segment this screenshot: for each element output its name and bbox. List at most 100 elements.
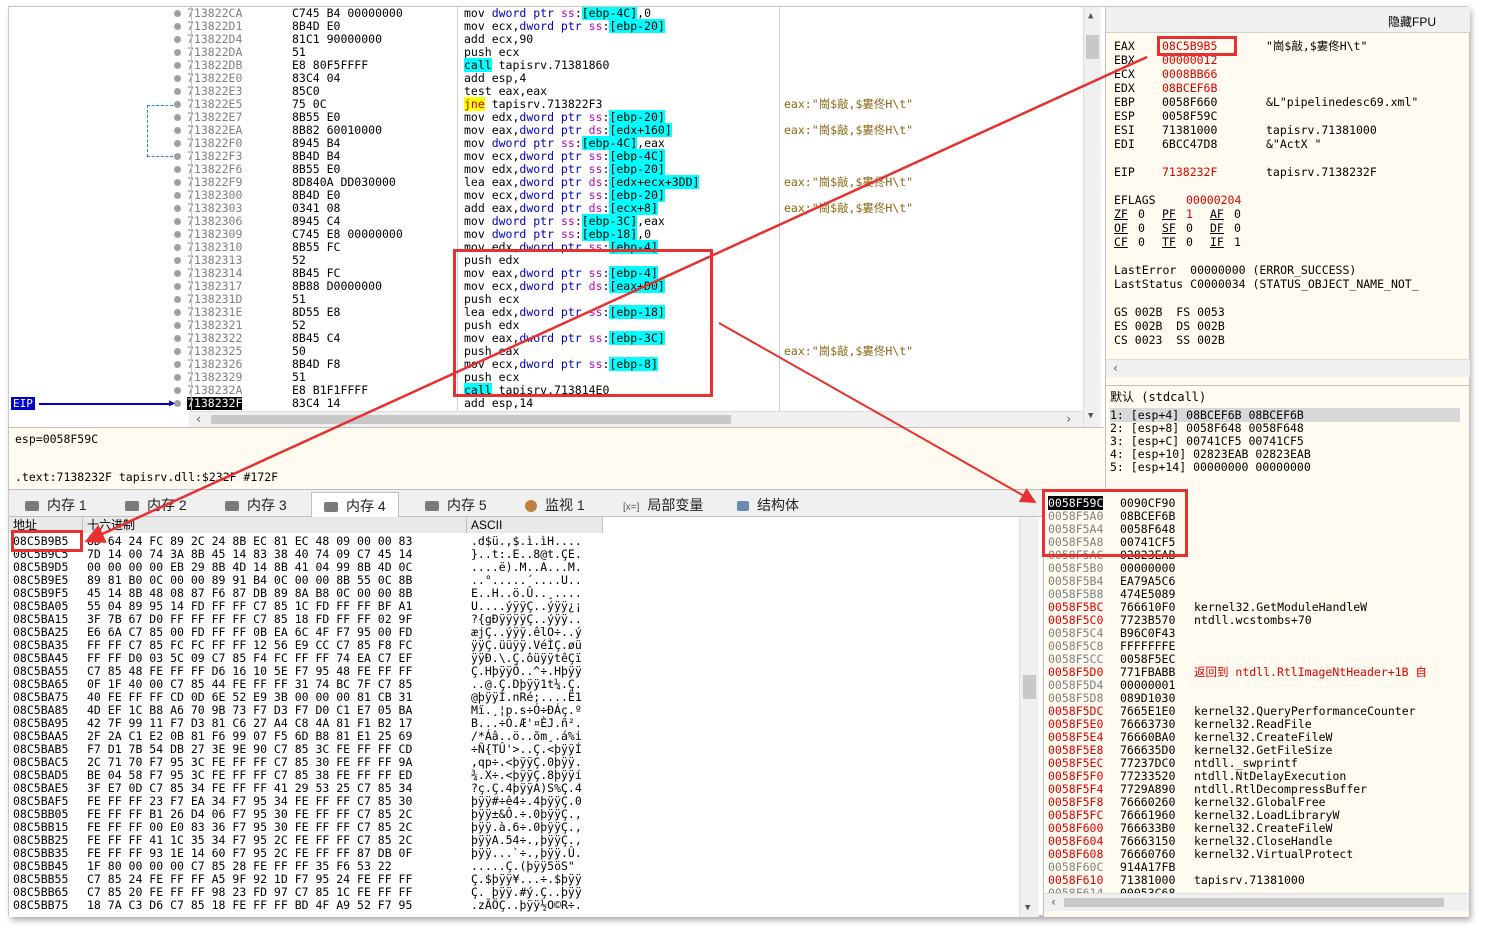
- chevron-left-icon[interactable]: ‹: [1112, 361, 1119, 375]
- breakpoint-dot[interactable]: [174, 231, 181, 238]
- tab-watch-1[interactable]: 监视 1: [525, 494, 585, 516]
- chevron-left-icon[interactable]: ‹: [195, 412, 202, 426]
- disasm-row[interactable]: 713822D4 81C1 90000000 add ecx,90: [9, 33, 1083, 46]
- breakpoint-dot[interactable]: [174, 36, 181, 43]
- scroll-thumb[interactable]: [211, 415, 731, 424]
- argument-row[interactable]: 5: [esp+14] 00000000 00000000: [1110, 460, 1311, 474]
- register-edx[interactable]: EDX 08BCEF6B: [1114, 81, 1266, 95]
- registers-hscrollbar[interactable]: ‹: [1106, 359, 1470, 377]
- breakpoint-dot[interactable]: [174, 179, 181, 186]
- breakpoint-dot[interactable]: [174, 140, 181, 147]
- disasm-row[interactable]: 713822DB E8 80F5FFFF call tapisrv.71381860: [9, 58, 1083, 72]
- breakpoint-dot[interactable]: [174, 322, 181, 329]
- register-edi[interactable]: EDI 6BCC47D8 &"ActX ": [1114, 137, 1321, 151]
- stack-address: 0058F5C8: [1048, 639, 1104, 653]
- scroll-thumb[interactable]: [1023, 675, 1036, 699]
- tab-struct[interactable]: 结构体: [737, 494, 799, 516]
- scroll-thumb[interactable]: [1064, 898, 1444, 907]
- register-eflags[interactable]: EFLAGS 00000204: [1114, 193, 1241, 207]
- stack-address: 0058F5EC: [1048, 756, 1104, 770]
- disasm-comment: eax:"崗$敲,$婁佟H\t": [784, 97, 914, 111]
- breakpoint-dot[interactable]: [174, 387, 181, 394]
- flag-row[interactable]: OF 0 SF 0 DF 0: [1114, 221, 1258, 235]
- breakpoint-dot[interactable]: [174, 127, 181, 134]
- tab-memory-1[interactable]: 内存 1: [25, 494, 87, 516]
- stack-address: 0058F5FC: [1048, 808, 1104, 822]
- tab-memory-2[interactable]: 内存 2: [125, 494, 187, 516]
- tab-memory-4[interactable]: 内存 4: [311, 492, 399, 518]
- register-esi[interactable]: ESI 71381000 tapisrv.71381000: [1114, 123, 1377, 137]
- calling-convention[interactable]: 默认 (stdcall): [1110, 388, 1206, 405]
- segment-row[interactable]: ES 002B DS 002B: [1114, 319, 1225, 333]
- argument-row[interactable]: 1: [esp+4] 08BCEF6B 08BCEF6B: [1110, 408, 1460, 422]
- breakpoint-dot[interactable]: [174, 400, 181, 407]
- tab-locals[interactable]: [x=] 局部变量: [623, 494, 703, 516]
- breakpoint-dot[interactable]: [174, 309, 181, 316]
- tab-label: 内存 5: [447, 497, 487, 513]
- breakpoint-dot[interactable]: [174, 348, 181, 355]
- breakpoint-dot[interactable]: [174, 257, 181, 264]
- breakpoint-dot[interactable]: [174, 101, 181, 108]
- disasm-comment: eax:"崗$敲,$婁佟H\t": [784, 175, 914, 189]
- breakpoint-dot[interactable]: [174, 244, 181, 251]
- breakpoint-dot[interactable]: [174, 270, 181, 277]
- chevron-down-icon[interactable]: ▼: [1025, 903, 1030, 913]
- stack-address: 0058F5DC: [1048, 704, 1104, 718]
- breakpoint-dot[interactable]: [174, 192, 181, 199]
- breakpoint-dot[interactable]: [174, 49, 181, 56]
- breakpoint-dot[interactable]: [174, 374, 181, 381]
- disassembly-vscrollbar[interactable]: ▲ ▼: [1083, 7, 1101, 427]
- breakpoint-dot[interactable]: [174, 23, 181, 30]
- breakpoint-dot[interactable]: [174, 10, 181, 17]
- breakpoint-dot[interactable]: [174, 283, 181, 290]
- stack-comment: kernel32.VirtualProtect: [1194, 847, 1354, 861]
- stack-hscrollbar[interactable]: ‹: [1044, 893, 1469, 911]
- breakpoint-dot[interactable]: [174, 114, 181, 121]
- tab-label: 内存 1: [47, 497, 87, 513]
- breakpoint-dot[interactable]: [174, 88, 181, 95]
- breakpoint-dot[interactable]: [174, 153, 181, 160]
- register-ebp[interactable]: EBP 0058F660 &L"pipelinedesc69.xml": [1114, 95, 1418, 109]
- scroll-thumb[interactable]: [1086, 35, 1099, 59]
- stack-comment: ntdll.wcstombs+70: [1194, 613, 1312, 627]
- argument-row[interactable]: 4: [esp+10] 02823EAB 02823EAB: [1110, 447, 1311, 461]
- breakpoint-dot[interactable]: [174, 361, 181, 368]
- chevron-down-icon[interactable]: ▼: [1088, 411, 1093, 421]
- breakpoint-dot[interactable]: [174, 62, 181, 69]
- divider: [779, 7, 780, 427]
- argument-row[interactable]: 3: [esp+C] 00741CF5 00741CF5: [1110, 434, 1304, 448]
- breakpoint-dot[interactable]: [174, 296, 181, 303]
- segment-row[interactable]: GS 002B FS 0053: [1114, 305, 1225, 319]
- register-esp[interactable]: ESP 0058F59C: [1114, 109, 1266, 123]
- segment-row[interactable]: CS 0023 SS 002B: [1114, 333, 1225, 347]
- register-ecx[interactable]: ECX 0008BB66: [1114, 67, 1266, 81]
- argument-row[interactable]: 2: [esp+8] 0058F648 0058F648: [1110, 421, 1304, 435]
- stack-address: 0058F60C: [1048, 860, 1104, 874]
- register-eip[interactable]: EIP 7138232F tapisrv.7138232F: [1114, 165, 1377, 179]
- stack-address: 0058F610: [1048, 873, 1104, 887]
- register-eax[interactable]: EAX 08C5B9B5 "崗$敲,$婁佟H\t": [1114, 39, 1367, 53]
- breakpoint-dot[interactable]: [174, 335, 181, 342]
- breakpoint-dot[interactable]: [174, 166, 181, 173]
- stack-address: 0058F5E4: [1048, 730, 1104, 744]
- memory-dump[interactable]: 地址 十六进制 ASCII 08C5B9B5 8D 64 24 FC 89 2C …: [9, 517, 1039, 917]
- disassembly-hscrollbar[interactable]: ‹ ›: [189, 411, 1083, 427]
- tab-memory-3[interactable]: 内存 3: [225, 494, 287, 516]
- tab-memory-5[interactable]: 内存 5: [425, 494, 487, 516]
- flag-row[interactable]: ZF 0 PF 1 AF 0: [1114, 207, 1258, 221]
- breakpoint-dot[interactable]: [174, 75, 181, 82]
- flag-row[interactable]: CF 0 TF 0 IF 1: [1114, 235, 1258, 249]
- breakpoint-dot[interactable]: [174, 205, 181, 212]
- chevron-up-icon[interactable]: ▲: [1088, 11, 1093, 21]
- disasm-row[interactable]: 713822D1 8B4D E0 mov ecx,dword ptr ss:[ebp…: [9, 19, 1083, 33]
- hide-fpu-button[interactable]: 隐藏FPU: [1388, 13, 1436, 30]
- breakpoint-dot[interactable]: [174, 218, 181, 225]
- chevron-left-icon[interactable]: ‹: [1050, 895, 1057, 909]
- chevron-right-icon[interactable]: ›: [1065, 412, 1072, 426]
- stack-address: 0058F5B4: [1048, 574, 1104, 588]
- highlight-box-stack-args: [1042, 489, 1188, 557]
- eip-marker: EIP: [11, 397, 35, 410]
- debugger-window: 713822CA C745 B4 00000000 mov dword ptr ss…: [8, 6, 1470, 917]
- highlight-box-dump-address: [11, 530, 83, 552]
- dump-vscrollbar[interactable]: ▼: [1019, 517, 1039, 917]
